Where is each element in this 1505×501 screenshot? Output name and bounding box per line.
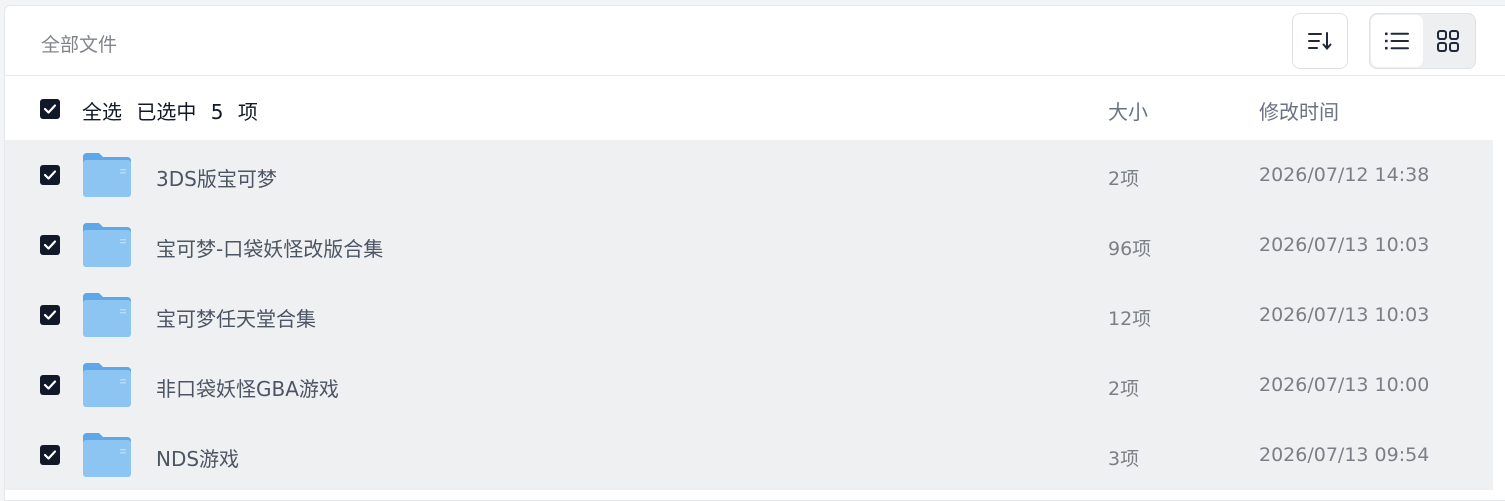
- column-header-size[interactable]: 大小: [1108, 96, 1148, 125]
- file-browser-panel: 全部文件 全选 已选中 5 项 大小 修改时间 3DS版宝可梦 2项 2026/…: [4, 5, 1505, 501]
- file-modified: 2026/07/13 10:03: [1259, 234, 1430, 256]
- file-row[interactable]: 3DS版宝可梦 2项 2026/07/12 14:38: [5, 140, 1493, 210]
- select-all-checkbox[interactable]: [40, 99, 60, 119]
- selected-suffix: 项: [237, 100, 258, 124]
- folder-icon: [83, 363, 131, 407]
- row-checkbox[interactable]: [40, 305, 60, 325]
- file-size: 2项: [1108, 168, 1140, 190]
- select-all-label[interactable]: 全选: [82, 100, 122, 124]
- row-checkbox[interactable]: [40, 165, 60, 185]
- selected-prefix: 已选中: [136, 100, 197, 124]
- row-checkbox[interactable]: [40, 375, 60, 395]
- check-icon: [43, 104, 57, 114]
- toolbar: 全部文件: [5, 6, 1505, 76]
- sort-icon: [1308, 32, 1332, 51]
- file-row[interactable]: 宝可梦任天堂合集 12项 2026/07/13 10:03: [5, 280, 1493, 350]
- check-icon: [43, 310, 57, 320]
- row-checkbox[interactable]: [40, 235, 60, 255]
- file-list: 3DS版宝可梦 2项 2026/07/12 14:38 宝可梦-口袋妖怪改版合集…: [5, 140, 1493, 490]
- list-header: 全选 已选中 5 项 大小 修改时间: [5, 76, 1505, 140]
- file-name[interactable]: 非口袋妖怪GBA游戏: [156, 373, 339, 402]
- folder-icon: [83, 223, 131, 267]
- row-checkbox[interactable]: [40, 445, 60, 465]
- selection-summary: 全选 已选中 5 项: [82, 96, 266, 125]
- check-icon: [43, 170, 57, 180]
- file-name[interactable]: 宝可梦任天堂合集: [156, 303, 316, 332]
- file-row[interactable]: 宝可梦-口袋妖怪改版合集 96项 2026/07/13 10:03: [5, 210, 1493, 280]
- sort-button[interactable]: [1292, 13, 1348, 69]
- folder-icon: [83, 433, 131, 477]
- folder-icon: [83, 293, 131, 337]
- file-name[interactable]: NDS游戏: [156, 443, 239, 472]
- file-modified: 2026/07/12 14:38: [1259, 164, 1430, 186]
- grid-icon: [1437, 30, 1460, 52]
- file-name[interactable]: 3DS版宝可梦: [156, 163, 277, 192]
- breadcrumb-all-files[interactable]: 全部文件: [41, 30, 117, 57]
- view-mode-toggle: [1369, 13, 1476, 69]
- folder-icon: [83, 153, 131, 197]
- list-icon: [1384, 32, 1409, 50]
- file-size: 2项: [1108, 378, 1140, 400]
- column-header-modified[interactable]: 修改时间: [1259, 96, 1339, 125]
- file-modified: 2026/07/13 10:00: [1259, 374, 1430, 396]
- grid-view-button[interactable]: [1423, 15, 1475, 67]
- file-size: 12项: [1108, 308, 1152, 330]
- selected-count: 5: [210, 100, 224, 124]
- file-size: 96项: [1108, 238, 1152, 260]
- file-row[interactable]: 非口袋妖怪GBA游戏 2项 2026/07/13 10:00: [5, 350, 1493, 420]
- file-size: 3项: [1108, 448, 1140, 470]
- file-modified: 2026/07/13 09:54: [1259, 444, 1430, 466]
- list-view-button[interactable]: [1371, 15, 1423, 67]
- check-icon: [43, 450, 57, 460]
- file-modified: 2026/07/13 10:03: [1259, 304, 1430, 326]
- check-icon: [43, 380, 57, 390]
- check-icon: [43, 240, 57, 250]
- file-name[interactable]: 宝可梦-口袋妖怪改版合集: [156, 233, 383, 262]
- file-row[interactable]: NDS游戏 3项 2026/07/13 09:54: [5, 420, 1493, 490]
